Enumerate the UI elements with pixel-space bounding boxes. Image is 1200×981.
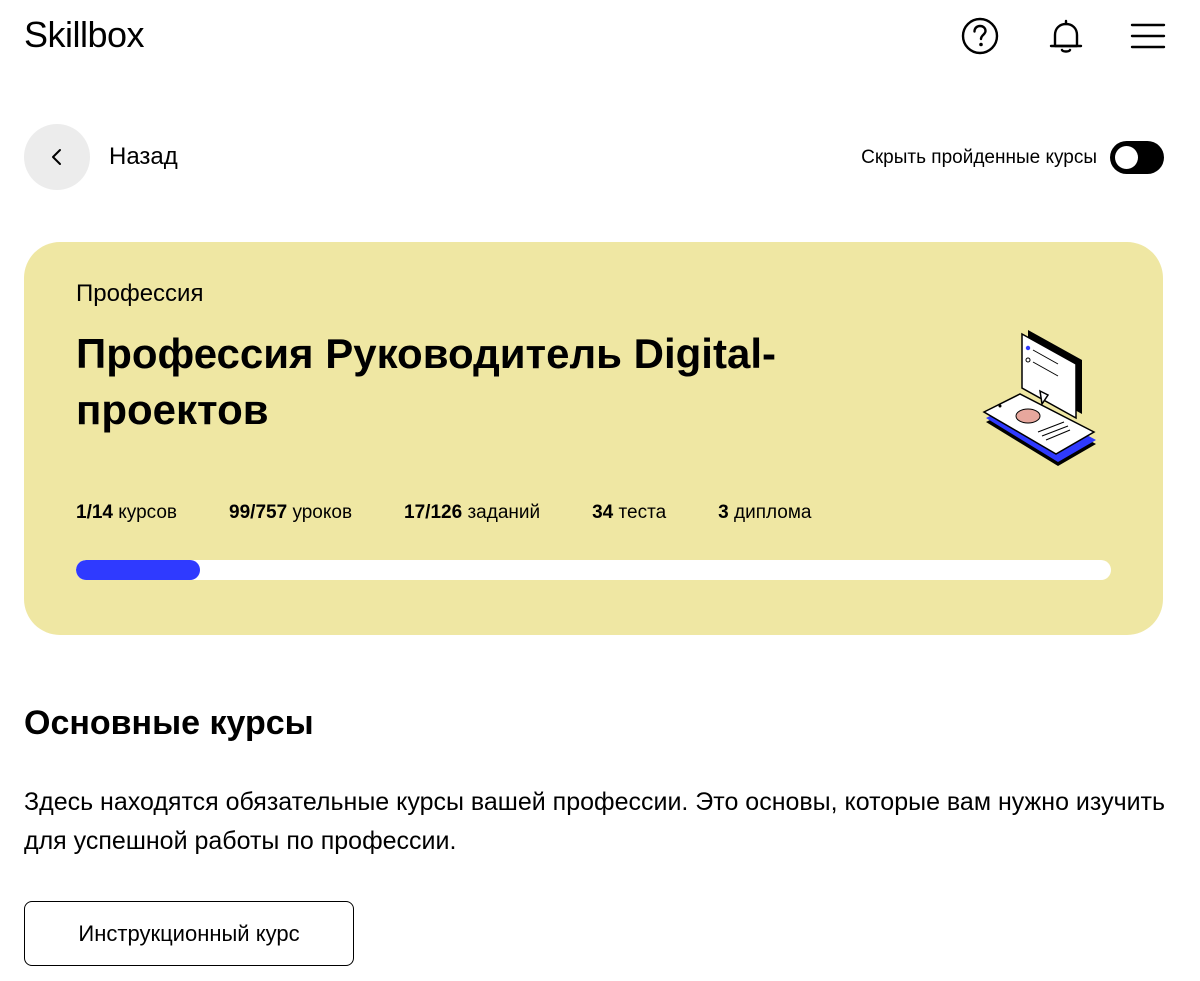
- section-title: Основные курсы: [24, 704, 314, 742]
- stat-lessons-value: 99/757: [229, 502, 288, 523]
- chevron-left-icon: [52, 149, 61, 165]
- stat-tests: 34 теста: [592, 502, 666, 524]
- hide-completed-toggle[interactable]: [1110, 141, 1164, 174]
- profession-card[interactable]: Профессия Профессия Руководитель Digital…: [24, 242, 1163, 635]
- stat-diplomas-value: 3: [718, 502, 729, 523]
- profession-progress-bar: [76, 560, 1111, 580]
- back-button[interactable]: [24, 124, 90, 190]
- bell-icon[interactable]: [1046, 16, 1086, 56]
- top-header: Skillbox: [0, 0, 1200, 80]
- stat-diplomas: 3 диплома: [718, 502, 811, 524]
- hide-completed-label: Скрыть пройденные курсы: [861, 147, 1097, 168]
- stat-courses-label: курсов: [118, 502, 178, 523]
- skillbox-logo[interactable]: Skillbox: [24, 14, 145, 56]
- phone-chat-illustration: [982, 330, 1096, 466]
- progress-fill: [76, 560, 201, 580]
- stat-tests-value: 34: [592, 502, 614, 523]
- profession-kicker: Профессия: [76, 280, 204, 307]
- stat-tasks-label: заданий: [467, 502, 541, 523]
- stat-lessons: 99/757 уроков: [229, 502, 352, 524]
- stat-tasks-value: 17/126: [404, 502, 463, 523]
- stat-tests-label: теста: [618, 502, 667, 523]
- instruction-course-button[interactable]: Инструкционный курс: [24, 901, 354, 966]
- toggle-knob: [1115, 146, 1138, 169]
- stat-courses: 1/14 курсов: [76, 502, 177, 524]
- stat-courses-value: 1/14: [76, 502, 113, 523]
- menu-icon[interactable]: [1128, 16, 1168, 56]
- stat-diplomas-label: диплома: [734, 502, 812, 523]
- section-description: Здесь находятся обязательные курсы вашей…: [24, 788, 1166, 855]
- profession-stats: 1/14 курсов 99/757 уроков 17/126 заданий…: [76, 502, 812, 524]
- stat-lessons-label: уроков: [292, 502, 353, 523]
- back-label[interactable]: Назад: [109, 143, 178, 171]
- profession-title: Профессия Руководитель Digital-проектов: [76, 330, 776, 433]
- help-icon[interactable]: [960, 16, 1000, 56]
- stat-tasks: 17/126 заданий: [404, 502, 540, 524]
